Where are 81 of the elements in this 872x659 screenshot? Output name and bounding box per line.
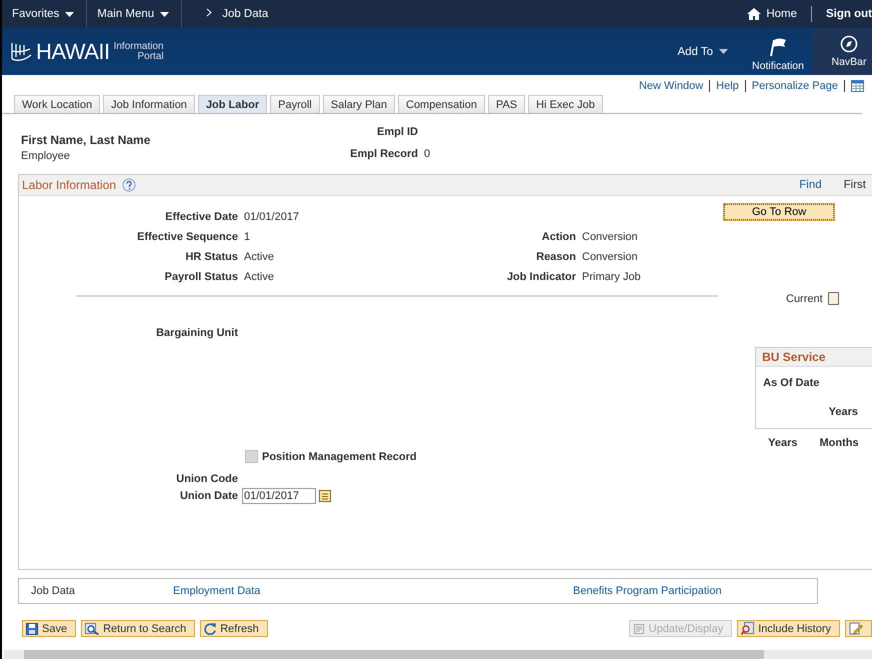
caret-icon	[65, 12, 74, 16]
field-label: As Of Date	[762, 376, 820, 389]
menu-item[interactable]: Main Menu	[97, 8, 154, 20]
edit-button[interactable]	[845, 620, 872, 637]
pencil-icon	[849, 622, 863, 635]
horizontal-scrollbar[interactable]	[4, 650, 872, 659]
footer-link[interactable]: Employment Data	[173, 585, 573, 597]
field-value: Conversion	[582, 231, 639, 243]
tab[interactable]: PAS	[488, 95, 526, 113]
footer-link[interactable]: Benefits Program Participation	[573, 585, 722, 597]
document-icon	[632, 622, 645, 634]
field-label: Years	[828, 405, 859, 418]
toolbar-button[interactable]: Save	[22, 620, 76, 637]
field-label: Empl Record	[349, 148, 418, 162]
field-label: Payroll Status	[164, 271, 238, 283]
column-label: Years	[768, 437, 798, 449]
navbar-button[interactable]: NavBar	[812, 28, 872, 75]
chevron-icon	[206, 8, 212, 17]
field-label: Effective Sequence	[136, 231, 238, 243]
tab[interactable]: Work Location	[14, 95, 100, 113]
page-link[interactable]: Personalize Page	[752, 80, 838, 92]
union-date-field[interactable]: 01/01/2017	[242, 488, 316, 504]
compass-icon	[840, 35, 858, 53]
canoe-logo-icon	[10, 40, 32, 62]
grid-icon[interactable]	[851, 80, 864, 92]
section-title: Labor Information	[22, 178, 116, 192]
toolbar-button[interactable]: Refresh	[200, 620, 268, 637]
tab[interactable]: Hi Exec Job	[528, 95, 603, 113]
field-value: 01/01/2017	[244, 211, 300, 223]
footer-label: Job Data	[31, 585, 76, 597]
field-label: Bargaining Unit	[155, 326, 238, 339]
current-label: Current	[786, 292, 823, 304]
toolbar-button[interactable]: Return to Search	[81, 620, 196, 637]
column-label: Months	[820, 437, 859, 449]
checkbox-label: Position Management Record	[262, 450, 417, 462]
calendar-icon[interactable]	[319, 490, 331, 502]
field-label: HR Status	[184, 251, 238, 263]
tab[interactable]: Salary Plan	[322, 95, 395, 113]
field-label: Reason	[535, 251, 576, 263]
field-value: Conversion	[582, 251, 639, 263]
notification-button[interactable]: Notification	[752, 60, 804, 72]
magnifier-icon	[85, 622, 100, 634]
field-label: Job Indicator	[506, 271, 576, 283]
caret-icon	[719, 49, 728, 54]
home-link[interactable]: Home	[766, 8, 797, 20]
home-icon	[747, 8, 762, 20]
field-label: Union Code	[175, 473, 238, 485]
document-magnifier-icon	[741, 622, 754, 635]
find-link[interactable]: Find	[799, 179, 822, 191]
field-value: Primary Job	[582, 271, 642, 283]
refresh-icon	[204, 622, 216, 634]
employee-role: Employee	[21, 150, 71, 162]
tab[interactable]: Job Labor	[198, 95, 268, 113]
tab[interactable]: Job Information	[103, 95, 195, 113]
toolbar-button[interactable]: Include History	[737, 620, 840, 637]
breadcrumb[interactable]: Job Data	[222, 8, 268, 20]
field-value: 0	[424, 148, 430, 162]
logo-subtitle: Portal	[138, 52, 164, 62]
menu-item[interactable]: Favorites	[12, 8, 60, 20]
add-to-menu[interactable]: Add To	[677, 46, 714, 58]
help-icon[interactable]	[122, 178, 136, 192]
tab[interactable]: Compensation	[398, 95, 485, 113]
field-label: Empl ID	[376, 126, 418, 140]
field-value: 1	[244, 231, 252, 243]
field-label: Effective Date	[164, 211, 238, 223]
field-value: Active	[244, 251, 275, 263]
page-link[interactable]: New Window	[638, 80, 704, 92]
field-label: Union Date	[178, 490, 238, 502]
sign-out-link[interactable]: Sign out	[812, 8, 872, 20]
employee-name: First Name, Last Name	[21, 133, 152, 147]
go-to-row-button[interactable]: Go To Row	[724, 204, 834, 220]
page-link[interactable]: Help	[716, 80, 739, 92]
caret-icon	[160, 12, 170, 16]
tab[interactable]: Payroll	[270, 95, 320, 113]
logo-subtitle: Information	[114, 42, 164, 52]
flag-icon	[768, 37, 788, 57]
first-label: First	[844, 179, 866, 191]
panel-title: BU Service	[756, 348, 872, 367]
field-value: Active	[244, 271, 275, 283]
field-label: Action	[540, 231, 576, 243]
logo-text: HAWAII	[36, 38, 110, 64]
